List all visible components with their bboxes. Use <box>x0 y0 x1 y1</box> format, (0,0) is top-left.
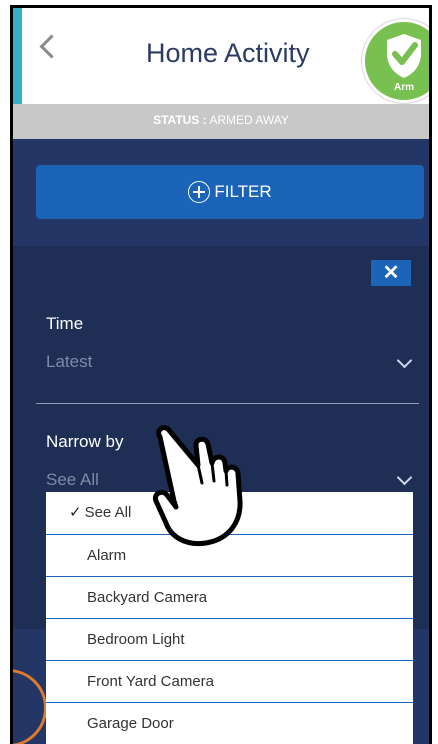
arm-label: Arm <box>393 82 414 93</box>
option-label: Alarm <box>87 547 127 564</box>
activity-ring <box>13 669 47 744</box>
filter-button-label: FILTER <box>214 182 272 201</box>
time-select[interactable]: Latest <box>46 352 92 372</box>
plus-circle-icon <box>188 181 211 203</box>
side-accent <box>13 8 22 104</box>
option-label: See All <box>84 504 132 521</box>
chevron-down-icon[interactable] <box>396 352 413 369</box>
header-bar: Home Activity Arm <box>22 8 429 104</box>
option-label: Backyard Camera <box>87 589 208 606</box>
option-label: Bedroom Light <box>87 631 185 648</box>
dropdown-option-front-yard-camera[interactable]: Front Yard Camera <box>46 661 413 703</box>
dropdown-option-bedroom-light[interactable]: Bedroom Light <box>46 619 413 661</box>
page-title: Home Activity <box>146 38 310 68</box>
filter-button[interactable]: FILTER <box>36 165 424 219</box>
dropdown-option-garage-door[interactable]: Garage Door <box>46 703 413 744</box>
filter-area: FILTER <box>13 139 429 246</box>
option-label: Garage Door <box>87 715 174 732</box>
pointing-hand-icon <box>152 425 243 547</box>
back-chevron-icon[interactable] <box>39 34 64 59</box>
time-label: Time <box>46 314 84 333</box>
close-button[interactable]: ✕ <box>371 260 411 286</box>
dropdown-option-backyard-camera[interactable]: Backyard Camera <box>46 577 413 619</box>
status-label: STATUS : <box>153 113 207 127</box>
status-bar: STATUS : ARMED AWAY <box>13 104 429 139</box>
option-label: Front Yard Camera <box>87 673 214 690</box>
chevron-down-icon[interactable] <box>396 469 413 486</box>
status-value: ARMED AWAY <box>209 113 289 127</box>
app-frame: Home Activity Arm STATUS : ARMED AWAY FI… <box>10 5 432 744</box>
narrow-by-select[interactable]: See All <box>46 470 99 490</box>
narrow-by-label: Narrow by <box>46 432 124 451</box>
checkmark-icon: ✓ <box>69 504 82 521</box>
shield-check-icon <box>387 34 421 78</box>
divider <box>36 403 419 404</box>
arm-button[interactable]: Arm <box>362 19 429 103</box>
